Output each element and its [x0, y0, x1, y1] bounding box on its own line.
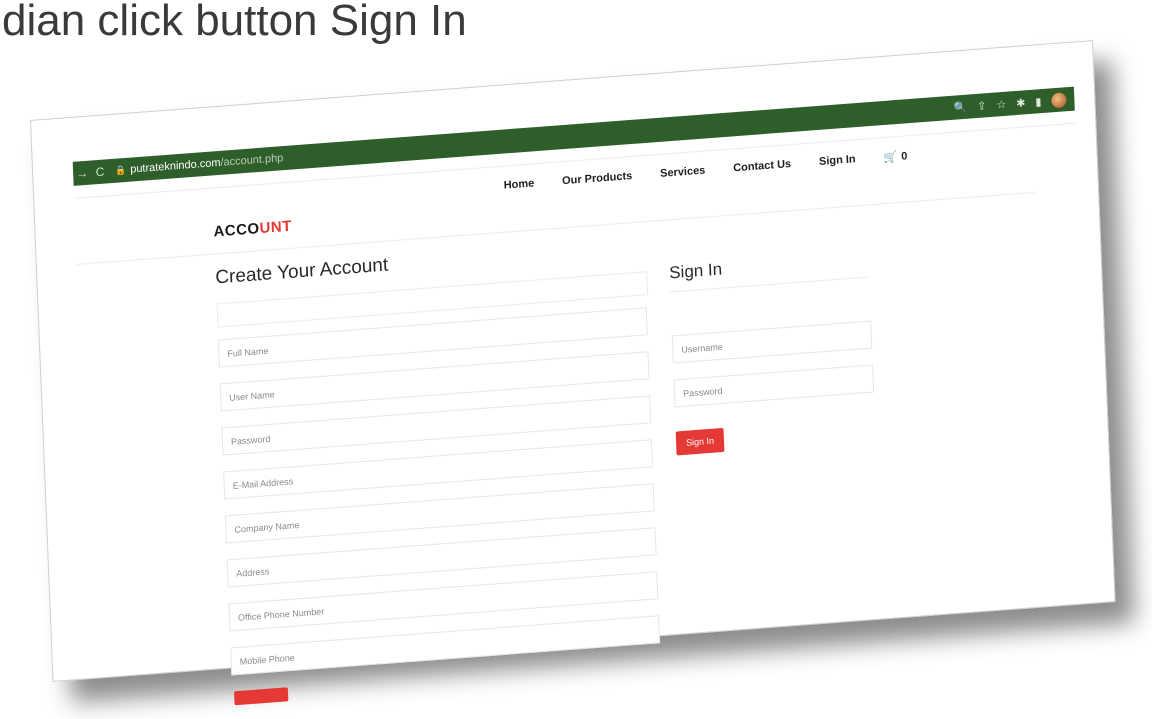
cart-icon: 🛒 [883, 151, 898, 165]
avatar[interactable] [1051, 91, 1067, 108]
nav-our-products[interactable]: Our Products [562, 170, 633, 188]
browser-actions: 🔍 ⇪ ☆ ✱ ▮ [953, 91, 1074, 115]
nav-home[interactable]: Home [503, 177, 534, 192]
nav-services[interactable]: Services [660, 165, 706, 181]
logo-part2: UNT [259, 217, 293, 238]
create-account-title: Create Your Account [214, 254, 389, 289]
zoom-icon[interactable]: 🔍 [953, 100, 967, 114]
page-logo: ACCOUNT [213, 218, 292, 241]
reload-icon[interactable]: C [91, 164, 110, 180]
sidebar-icon[interactable]: ▮ [1035, 95, 1042, 108]
cart-count: 0 [900, 149, 908, 163]
site-navigation: Home Our Products Services Contact Us Si… [503, 149, 907, 192]
instruction-caption: dian click button Sign In [2, 0, 467, 45]
register-button[interactable] [233, 687, 289, 706]
screenshot-frame: → C 🔒 putrateknindo.com/account.php 🔍 ⇪ … [30, 40, 1116, 706]
url-path[interactable]: /account.php [220, 152, 283, 169]
url-host[interactable]: putrateknindo.com [130, 157, 221, 176]
sign-in-button[interactable]: Sign In [675, 427, 725, 456]
share-icon[interactable]: ⇪ [977, 99, 987, 113]
extensions-icon[interactable]: ✱ [1016, 96, 1026, 110]
cart-link[interactable]: 🛒 0 [883, 149, 907, 164]
username-field[interactable]: Username [671, 320, 873, 364]
browser-toolbar: → C 🔒 putrateknindo.com/account.php 🔍 ⇪ … [72, 86, 1075, 186]
sign-in-title: Sign In [668, 259, 723, 283]
star-icon[interactable]: ☆ [996, 97, 1006, 111]
nav-sign-in[interactable]: Sign In [819, 153, 856, 169]
arrow-right-icon[interactable]: → [73, 166, 92, 181]
lock-icon: 🔒 [114, 164, 127, 176]
sign-in-password-field[interactable]: Password [673, 364, 875, 408]
logo-part1: ACCO [213, 220, 260, 241]
nav-contact-us[interactable]: Contact Us [733, 158, 791, 175]
